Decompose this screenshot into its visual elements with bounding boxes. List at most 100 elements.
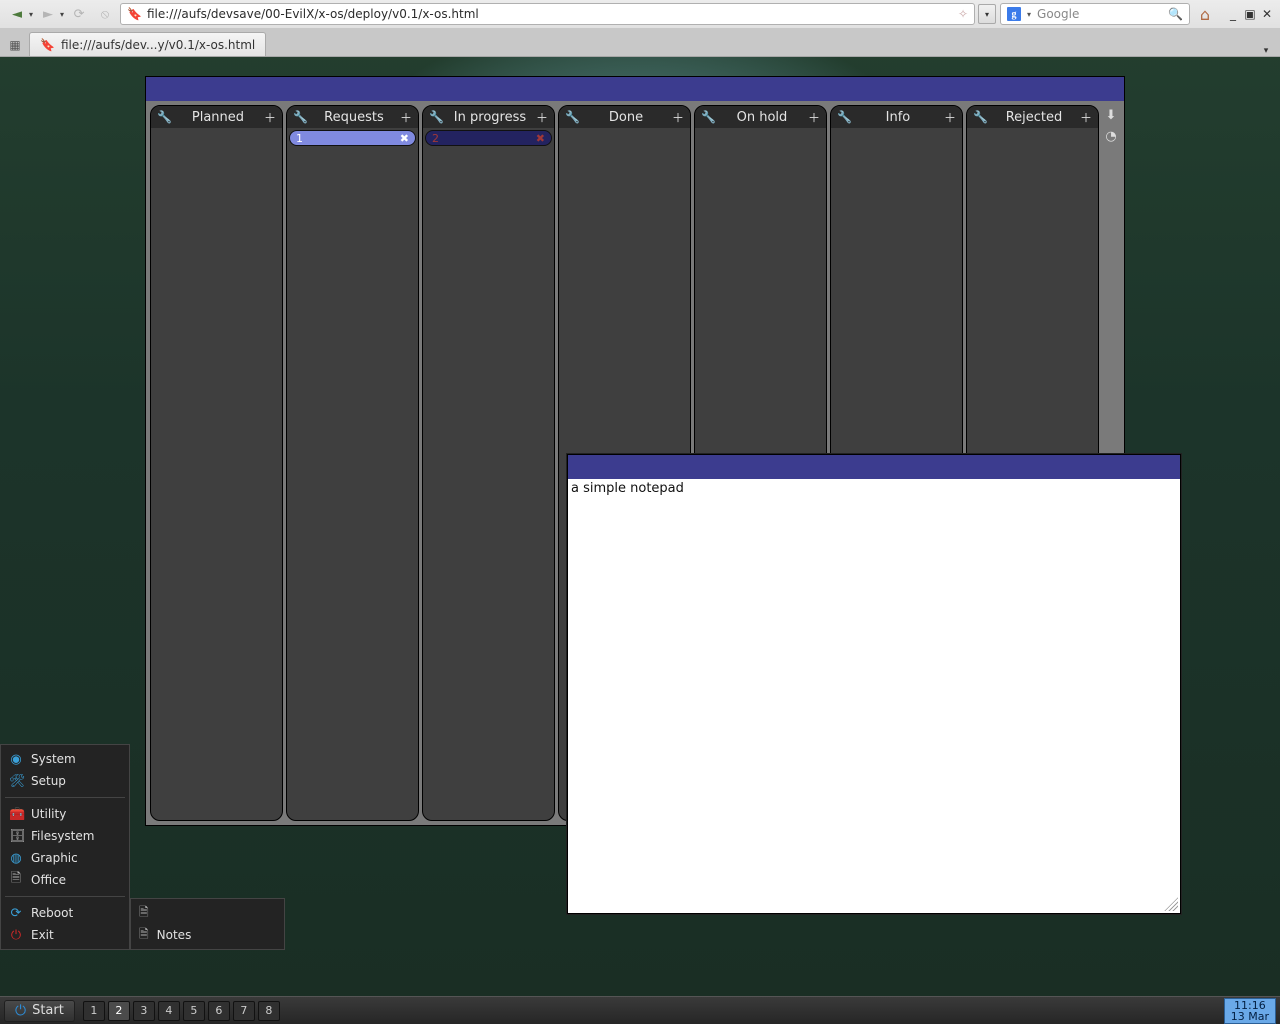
search-placeholder: Google xyxy=(1037,7,1162,21)
tab-title: file:///aufs/dev...y/v0.1/x-os.html xyxy=(61,38,255,52)
graphic-icon: ◍ xyxy=(9,851,23,866)
wrench-icon[interactable]: 🔧 xyxy=(837,110,852,124)
reload-button[interactable]: ⟳ xyxy=(68,3,90,25)
plus-icon[interactable]: ＋ xyxy=(536,109,548,126)
menu-item-reboot[interactable]: ⟳Reboot xyxy=(1,902,129,924)
taskbar-clock[interactable]: 11:16 13 Mar xyxy=(1224,998,1276,1024)
kanban-titlebar[interactable] xyxy=(146,77,1124,101)
taskbar: ⏻ Start 12345678 11:16 13 Mar xyxy=(0,996,1280,1024)
kanban-column: 🔧 Planned ＋ xyxy=(150,105,283,821)
start-label: Start xyxy=(32,1003,64,1018)
workspace-4[interactable]: 4 xyxy=(158,1001,180,1021)
plus-icon[interactable]: ＋ xyxy=(944,109,956,126)
filesystem-icon: 🗄 xyxy=(9,829,23,844)
search-icon[interactable]: 🔍 xyxy=(1168,7,1183,21)
exit-icon: ⏻ xyxy=(9,928,23,943)
tab-strip: ▦ 🔖 file:///aufs/dev...y/v0.1/x-os.html … xyxy=(0,28,1280,56)
start-button[interactable]: ⏻ Start xyxy=(4,1000,75,1022)
menu-item-exit[interactable]: ⏻Exit xyxy=(1,924,129,946)
notepad-titlebar[interactable] xyxy=(568,455,1180,479)
search-engine-dropdown[interactable]: ▾ xyxy=(1027,10,1031,19)
back-history-dropdown[interactable]: ▾ xyxy=(29,10,33,19)
wrench-icon[interactable]: 🔧 xyxy=(565,110,580,124)
workspace-5[interactable]: 5 xyxy=(183,1001,205,1021)
clock-icon[interactable]: ◔ xyxy=(1105,129,1116,144)
wrench-icon[interactable]: 🔧 xyxy=(973,110,988,124)
column-header: 🔧 In progress ＋ xyxy=(423,106,554,128)
window-close-button[interactable]: ✕ xyxy=(1260,7,1274,21)
search-bar[interactable]: g ▾ Google 🔍 xyxy=(1000,3,1190,25)
new-tab-button[interactable]: ▦ xyxy=(4,34,26,56)
resize-grip-icon[interactable] xyxy=(1164,897,1178,911)
back-button[interactable]: ◄ xyxy=(6,3,28,25)
column-header: 🔧 Planned ＋ xyxy=(151,106,282,128)
workspace-6[interactable]: 6 xyxy=(208,1001,230,1021)
window-maximize-button[interactable]: ▣ xyxy=(1243,7,1257,21)
column-body[interactable] xyxy=(151,128,282,820)
notes-icon: 🗎 xyxy=(139,925,149,946)
tab-favicon-icon: 🔖 xyxy=(40,38,55,52)
card-label: 2 xyxy=(432,132,439,145)
wrench-icon[interactable]: 🔧 xyxy=(293,110,308,124)
menu-item-office[interactable]: 🗎Office xyxy=(1,869,129,891)
workspace-7[interactable]: 7 xyxy=(233,1001,255,1021)
menu-item-utility[interactable]: 🧰Utility xyxy=(1,803,129,825)
card-label: 1 xyxy=(296,132,303,145)
menu-item-graphic[interactable]: ◍Graphic xyxy=(1,847,129,869)
url-bar[interactable]: 🔖 file:///aufs/devsave/00-EvilX/x-os/dep… xyxy=(120,3,975,25)
column-body[interactable]: 2✖ xyxy=(423,128,554,820)
column-header: 🔧 On hold ＋ xyxy=(695,106,826,128)
kanban-column: 🔧Requests＋1✖ xyxy=(286,105,419,821)
download-icon[interactable]: ⬇ xyxy=(1106,108,1117,123)
menu-item-filesystem[interactable]: 🗄Filesystem xyxy=(1,825,129,847)
column-title: In progress xyxy=(454,110,526,125)
column-header: 🔧 Requests ＋ xyxy=(287,106,418,128)
stop-button[interactable]: ⦸ xyxy=(94,3,116,25)
plus-icon[interactable]: ＋ xyxy=(672,109,684,126)
clock-time: 11:16 xyxy=(1231,1000,1269,1011)
kanban-column: 🔧In progress＋2✖ xyxy=(422,105,555,821)
column-title: Rejected xyxy=(1006,110,1063,125)
column-title: On hold xyxy=(737,110,788,125)
workspace-2[interactable]: 2 xyxy=(108,1001,130,1021)
clock-date: 13 Mar xyxy=(1231,1011,1269,1022)
close-icon[interactable]: ✖ xyxy=(536,132,545,145)
column-header: 🔧 Rejected ＋ xyxy=(967,106,1098,128)
workspace-8[interactable]: 8 xyxy=(258,1001,280,1021)
setup-icon: 🛠 xyxy=(9,774,23,789)
tab-list-dropdown[interactable]: ▾ xyxy=(1256,46,1276,56)
submenu-item-0[interactable]: 🗎 xyxy=(131,902,284,924)
browser-tab[interactable]: 🔖 file:///aufs/dev...y/v0.1/x-os.html xyxy=(29,32,266,56)
close-icon[interactable]: ✖ xyxy=(400,132,409,145)
menu-item-system[interactable]: ◉System xyxy=(1,748,129,770)
kanban-card[interactable]: 2✖ xyxy=(425,130,552,146)
kanban-card[interactable]: 1✖ xyxy=(289,130,416,146)
utility-icon: 🧰 xyxy=(9,807,23,822)
plus-icon[interactable]: ＋ xyxy=(400,109,412,126)
wrench-icon[interactable]: 🔧 xyxy=(157,110,172,124)
system-icon: ◉ xyxy=(9,752,23,767)
window-minimize-button[interactable]: _ xyxy=(1226,7,1240,21)
plus-icon[interactable]: ＋ xyxy=(264,109,276,126)
forward-history-dropdown[interactable]: ▾ xyxy=(60,10,64,19)
column-body[interactable]: 1✖ xyxy=(287,128,418,820)
plus-icon[interactable]: ＋ xyxy=(1080,109,1092,126)
wrench-icon[interactable]: 🔧 xyxy=(429,110,444,124)
home-button[interactable]: ⌂ xyxy=(1194,3,1216,25)
url-text: file:///aufs/devsave/00-EvilX/x-os/deplo… xyxy=(147,7,953,21)
feed-icon[interactable]: ✧ xyxy=(958,7,968,21)
column-title: Planned xyxy=(192,110,244,125)
wrench-icon[interactable]: 🔧 xyxy=(701,110,716,124)
workspace-1[interactable]: 1 xyxy=(83,1001,105,1021)
menu-item-setup[interactable]: 🛠Setup xyxy=(1,770,129,792)
menu-separator xyxy=(5,797,125,798)
notepad-window: a simple notepad xyxy=(567,454,1181,914)
submenu-item-notes[interactable]: 🗎Notes xyxy=(131,924,284,946)
workspace-3[interactable]: 3 xyxy=(133,1001,155,1021)
plus-icon[interactable]: ＋ xyxy=(808,109,820,126)
url-dropdown[interactable]: ▾ xyxy=(978,4,996,24)
notepad-textarea[interactable]: a simple notepad xyxy=(568,479,1180,913)
forward-button[interactable]: ► xyxy=(37,3,59,25)
column-title: Requests xyxy=(324,110,384,125)
google-engine-icon[interactable]: g xyxy=(1007,7,1021,21)
